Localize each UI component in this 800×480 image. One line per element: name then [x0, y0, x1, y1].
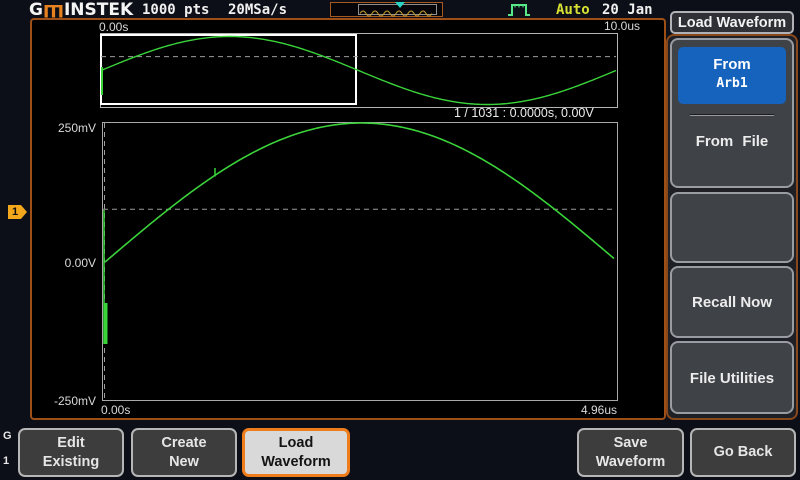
from-arb1-button-line1: From: [678, 56, 786, 73]
zoom-x-end-label: 4.96us: [570, 403, 617, 417]
from-arb1-button-line2: Arb1: [678, 76, 786, 91]
channel-tag: 1: [8, 205, 27, 219]
date-readout: 20 Jan: [602, 2, 653, 18]
softkey-label: Load: [245, 434, 347, 453]
brand-logo: GШINSTEK: [29, 0, 133, 20]
zoom-y-top-label: 250mV: [52, 121, 96, 135]
generator-label: G: [3, 430, 12, 442]
softkey-load-waveform-active[interactable]: Load Waveform: [242, 428, 350, 477]
softkey-label: Waveform: [579, 453, 682, 472]
file-utilities-button[interactable]: File Utilities: [670, 370, 794, 387]
softkey-edit-existing[interactable]: Edit Existing: [18, 428, 124, 477]
sample-rate-readout: 20MSa/s: [228, 2, 287, 18]
brand-logo-left: G: [29, 0, 43, 20]
overview-x-start-label: 0.00s: [99, 20, 128, 34]
softkey-label: Existing: [20, 453, 122, 472]
side-panel-title: Load Waveform: [670, 11, 794, 34]
brand-logo-right: INSTEK: [64, 0, 133, 20]
waveform-preview: [330, 2, 443, 17]
from-arb1-button[interactable]: From Arb1: [678, 47, 786, 104]
overview-x-end-label: 10.0us: [604, 19, 640, 33]
softkey-label: Waveform: [245, 453, 347, 472]
generator-channel-label: 1: [3, 455, 9, 467]
softkey-label: Create: [133, 434, 235, 453]
softkey-label: Save: [579, 434, 682, 453]
overview-waveform: [100, 33, 618, 108]
recall-now-button[interactable]: Recall Now: [670, 294, 794, 311]
section-divider: [690, 114, 774, 116]
softkey-label: Go Back: [692, 443, 794, 462]
marker-readout: 1 / 1031 : 0.0000s, 0.00V: [454, 106, 594, 120]
softkey-label: Edit: [20, 434, 122, 453]
instrument-screen: GШINSTEK 1000 pts 20MSa/s Auto 20 Jan 1 …: [0, 0, 800, 480]
position-marker-triangle-icon: [395, 2, 405, 8]
zoom-y-mid-label: 0.00V: [52, 256, 96, 270]
record-length-readout: 1000 pts: [142, 2, 209, 18]
small-sine-icon: [359, 9, 436, 18]
trigger-mode-readout: Auto: [556, 2, 590, 18]
zoom-x-start-label: 0.00s: [101, 403, 130, 417]
softkey-create-new[interactable]: Create New: [131, 428, 237, 477]
softkey-go-back[interactable]: Go Back: [690, 428, 796, 477]
side-panel-section-empty: [670, 192, 794, 263]
softkey-save-waveform[interactable]: Save Waveform: [577, 428, 684, 477]
zoom-y-bottom-label: -250mV: [46, 394, 96, 408]
from-file-button[interactable]: From File: [670, 133, 794, 150]
zoom-waveform: [102, 122, 618, 401]
pulse-icon: [507, 2, 531, 18]
softkey-label: New: [133, 453, 235, 472]
brand-logo-glyph: Ш: [43, 0, 64, 20]
